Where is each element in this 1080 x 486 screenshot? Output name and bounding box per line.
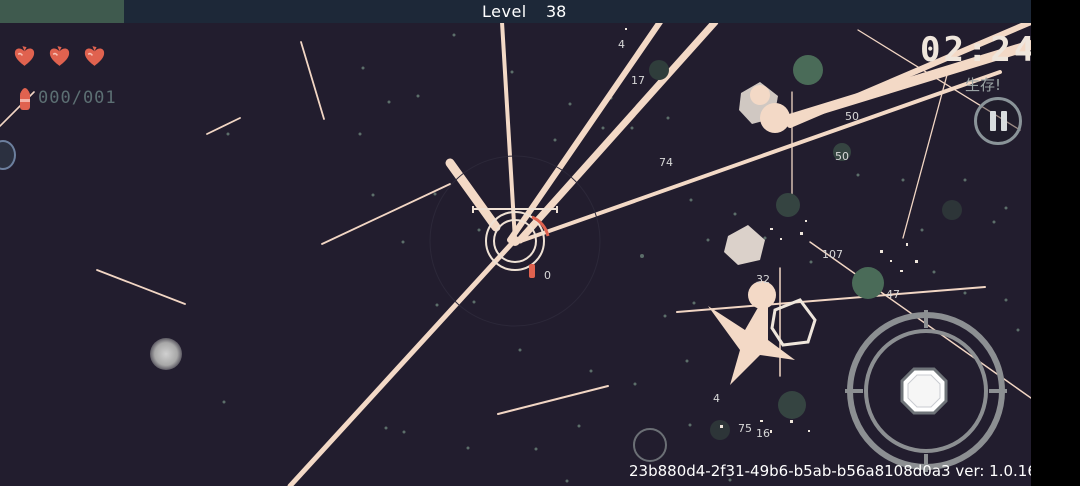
screen-edge xyxy=(1031,0,1080,486)
level-progress-bar: Level 38 xyxy=(0,0,1031,23)
damage-number: 47 xyxy=(886,288,900,301)
damage-number: 32 xyxy=(756,273,770,286)
pause-button[interactable] xyxy=(974,97,1022,145)
xp-fill xyxy=(0,0,124,23)
player-ammo-count: 0 xyxy=(544,269,551,282)
level-value: 38 xyxy=(546,2,567,21)
heart-icon xyxy=(84,46,105,66)
level-label: Level xyxy=(482,2,527,21)
movement-joystick-knob[interactable] xyxy=(150,338,182,370)
heart-icon xyxy=(14,46,35,66)
damage-number: 17 xyxy=(631,74,645,87)
version-label: 23b880d4-2f31-49b6-b5ab-b56a8108d0a3 ver… xyxy=(629,462,1031,480)
ammo-display: 000/001 xyxy=(18,84,117,112)
damage-number: 16 xyxy=(756,427,770,440)
survive-label: 生存! xyxy=(965,76,1002,94)
damage-number: 75 xyxy=(738,422,752,435)
damage-number: 107 xyxy=(822,248,843,261)
pause-icon xyxy=(989,111,996,131)
survival-timer: 02:24 xyxy=(920,30,1031,70)
ammo-counter: 000/001 xyxy=(38,88,117,108)
damage-number: 50 xyxy=(835,150,849,163)
damage-number: 74 xyxy=(659,156,673,169)
damage-number: 50 xyxy=(845,110,859,123)
damage-number: 4 xyxy=(618,38,625,51)
bullet-icon xyxy=(20,88,30,110)
heart-icon xyxy=(49,46,70,66)
pause-icon xyxy=(1000,111,1007,131)
game-canvas[interactable]: 4 17 74 50 50 107 32 47 4 75 16 0 Level … xyxy=(0,0,1031,486)
octagon-fire-icon[interactable] xyxy=(900,367,948,415)
damage-number: 4 xyxy=(713,392,720,405)
lives-display xyxy=(12,44,107,69)
